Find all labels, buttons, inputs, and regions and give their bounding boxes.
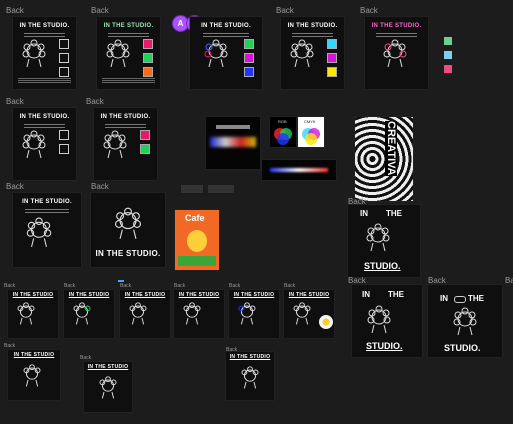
flower-character-icon <box>103 130 127 159</box>
frame-label[interactable]: Back <box>6 97 24 106</box>
frame-label[interactable]: Back <box>4 283 15 289</box>
frame-title: IN THE STUDIO. <box>22 199 72 205</box>
flower-character-icon <box>204 39 228 68</box>
frame-label[interactable]: Back <box>428 276 446 285</box>
frame-title: IN THE STUDIO <box>124 292 166 298</box>
design-frame[interactable]: IN THE STUDIO. <box>365 17 428 89</box>
frame-label[interactable]: Back <box>284 283 295 289</box>
design-frame[interactable]: IN THE STUDIO <box>226 352 274 400</box>
frame-title: IN THE STUDIO. <box>287 23 338 29</box>
design-frame[interactable]: IN THE STUDIO. <box>91 193 165 267</box>
frame-title: IN THE STUDIO <box>229 354 271 360</box>
mini-artboard[interactable] <box>181 185 203 193</box>
frame-title: IN THE STUDIO <box>12 292 54 298</box>
frame-title: IN THE STUDIO. <box>19 114 70 120</box>
mini-artboard[interactable] <box>208 185 234 193</box>
frame-label[interactable]: Back <box>505 276 513 285</box>
frame-label[interactable]: Back <box>64 283 75 289</box>
poster-artboard[interactable]: CREATIVA <box>355 117 413 201</box>
color-swatch[interactable] <box>444 51 452 59</box>
flower-character-icon <box>106 39 130 68</box>
frame-title: IN THE STUDIO. <box>371 23 422 29</box>
frame-title: IN THE STUDIO. <box>19 23 70 29</box>
design-frame[interactable]: IN THE STUDIO. <box>190 17 262 89</box>
frame-label[interactable]: Back <box>4 343 15 349</box>
flower-character-icon <box>99 376 117 399</box>
glitch-strip[interactable] <box>262 160 336 180</box>
glitch-artboard[interactable] <box>206 117 260 169</box>
flower-character-icon <box>73 302 91 325</box>
frame-label[interactable]: Back <box>174 283 185 289</box>
frame-title: IN THE STUDIO <box>13 352 55 358</box>
design-frame[interactable]: IN THE STUDIO. <box>13 17 76 89</box>
flower-character-icon <box>383 39 407 68</box>
design-frame[interactable]: IN THE STUDIO. <box>13 193 81 267</box>
design-frame[interactable]: IN THE STUDIO. <box>13 108 76 180</box>
frame-title: IN THE STUDIO <box>87 364 129 370</box>
sun-sticker-icon <box>319 315 333 329</box>
rgb-artboard[interactable]: RGB <box>270 117 296 147</box>
frame-label[interactable]: Back <box>6 182 24 191</box>
frame-label[interactable]: Back <box>6 6 24 15</box>
cafe-artboard[interactable]: Cafe <box>175 210 219 270</box>
flower-character-icon <box>366 223 390 252</box>
flower-character-icon <box>183 302 201 325</box>
design-frame[interactable]: IN THE STUDIO <box>284 290 334 338</box>
frame-label[interactable]: Back <box>91 182 109 191</box>
design-frame[interactable]: IN THE STUDIO <box>120 290 170 338</box>
frame-label[interactable]: Back <box>91 6 109 15</box>
frame-label[interactable]: Back <box>80 355 91 361</box>
flower-character-icon <box>367 305 391 334</box>
flower-character-icon <box>293 302 311 325</box>
flower-character-icon <box>26 217 52 247</box>
frame-label[interactable]: Back <box>276 6 294 15</box>
frame-label[interactable]: Back <box>360 6 378 15</box>
frame-title: IN THE STUDIO. <box>95 249 161 258</box>
frame-title: IN THE STUDIO <box>233 292 275 298</box>
flower-character-icon <box>22 130 46 159</box>
frame-label[interactable]: Back <box>86 97 104 106</box>
frame-title: IN THE STUDIO. <box>201 23 251 29</box>
flower-character-icon <box>17 302 35 325</box>
design-frame[interactable]: IN THE STUDIO. <box>281 17 344 89</box>
design-frame[interactable]: IN THE STUDIO <box>84 362 132 412</box>
frame-label[interactable]: Back <box>348 276 366 285</box>
flower-character-icon <box>290 39 314 68</box>
cmyk-artboard[interactable]: CMYK <box>298 117 324 147</box>
frame-title: IN THE STUDIO. <box>100 114 151 120</box>
flower-character-icon <box>453 307 477 336</box>
frame-title: IN THE STUDIO <box>288 292 330 298</box>
color-swatch[interactable] <box>444 37 452 45</box>
flower-character-icon <box>22 39 46 68</box>
design-frame[interactable]: IN THE STUDIO. <box>428 285 502 357</box>
design-frame[interactable]: IN THE STUDIO. <box>94 108 157 180</box>
design-frame[interactable]: IN THE STUDIO <box>8 350 60 400</box>
design-frame[interactable]: IN THE STUDIO. <box>97 17 160 89</box>
flower-character-icon <box>129 302 147 325</box>
frame-title: IN THE STUDIO. <box>103 23 154 29</box>
design-frame[interactable]: IN THE STUDIO <box>174 290 224 338</box>
frame-title: IN THE STUDIO <box>68 292 110 298</box>
design-frame[interactable]: IN THE STUDIO <box>64 290 114 338</box>
design-frame[interactable]: IN THE STUDIO. <box>352 285 422 357</box>
frame-title: IN THE STUDIO <box>178 292 220 298</box>
design-frame[interactable]: IN THE STUDIO. <box>348 205 420 277</box>
flower-character-icon <box>238 302 256 325</box>
flower-character-icon <box>23 364 41 387</box>
color-swatch[interactable] <box>444 65 452 73</box>
design-frame[interactable]: IN THE STUDIO <box>229 290 279 338</box>
flower-character-icon <box>114 207 142 239</box>
frame-label[interactable]: Back <box>229 283 240 289</box>
flower-character-icon <box>241 366 259 389</box>
poster-title: CREATIVA <box>385 121 397 176</box>
design-frame[interactable]: IN THE STUDIO <box>8 290 58 338</box>
frame-label[interactable]: Back <box>120 283 131 289</box>
